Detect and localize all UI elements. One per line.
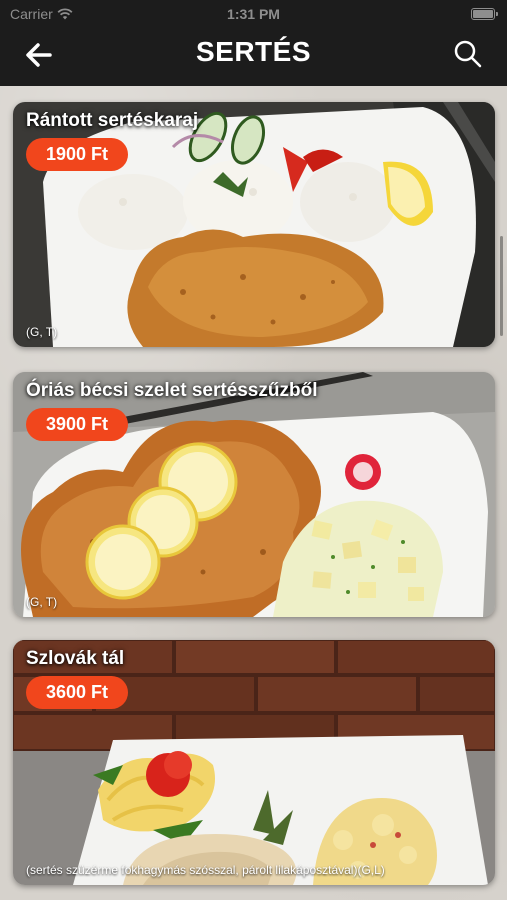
allergen-info: (sertés szüzérme fokhagymás szósszal, pá… xyxy=(26,863,385,877)
scroll-indicator[interactable] xyxy=(500,236,503,336)
dish-name: Szlovák tál xyxy=(26,648,125,669)
price-badge: 3600 Ft xyxy=(26,676,128,709)
dish-list[interactable]: Rántott sertéskaraj 1900 Ft (G, T) Óriás… xyxy=(0,86,507,900)
navigation-bar: SERTÉS xyxy=(0,28,507,86)
dish-card-orias-becsi-szelet[interactable]: Óriás bécsi szelet sertésszűzből 3900 Ft… xyxy=(13,372,495,617)
status-bar: Carrier 1:31 PM xyxy=(0,0,507,28)
status-time: 1:31 PM xyxy=(227,6,280,22)
dish-card-rantott-serteskaraj[interactable]: Rántott sertéskaraj 1900 Ft (G, T) xyxy=(13,102,495,347)
price-badge: 3900 Ft xyxy=(26,408,128,441)
price-badge: 1900 Ft xyxy=(26,138,128,171)
battery-icon xyxy=(471,8,498,20)
allergen-info: (G, T) xyxy=(26,595,58,609)
dish-name: Óriás bécsi szelet sertésszűzből xyxy=(26,380,318,401)
search-icon xyxy=(454,40,482,68)
dish-card-szlovak-tal[interactable]: Szlovák tál 3600 Ft (sertés szüzérme fok… xyxy=(13,640,495,885)
dish-name: Rántott sertéskaraj xyxy=(26,110,199,131)
page-title: SERTÉS xyxy=(195,36,312,67)
allergen-info: (G, T) xyxy=(26,325,58,339)
search-button[interactable] xyxy=(451,37,485,71)
